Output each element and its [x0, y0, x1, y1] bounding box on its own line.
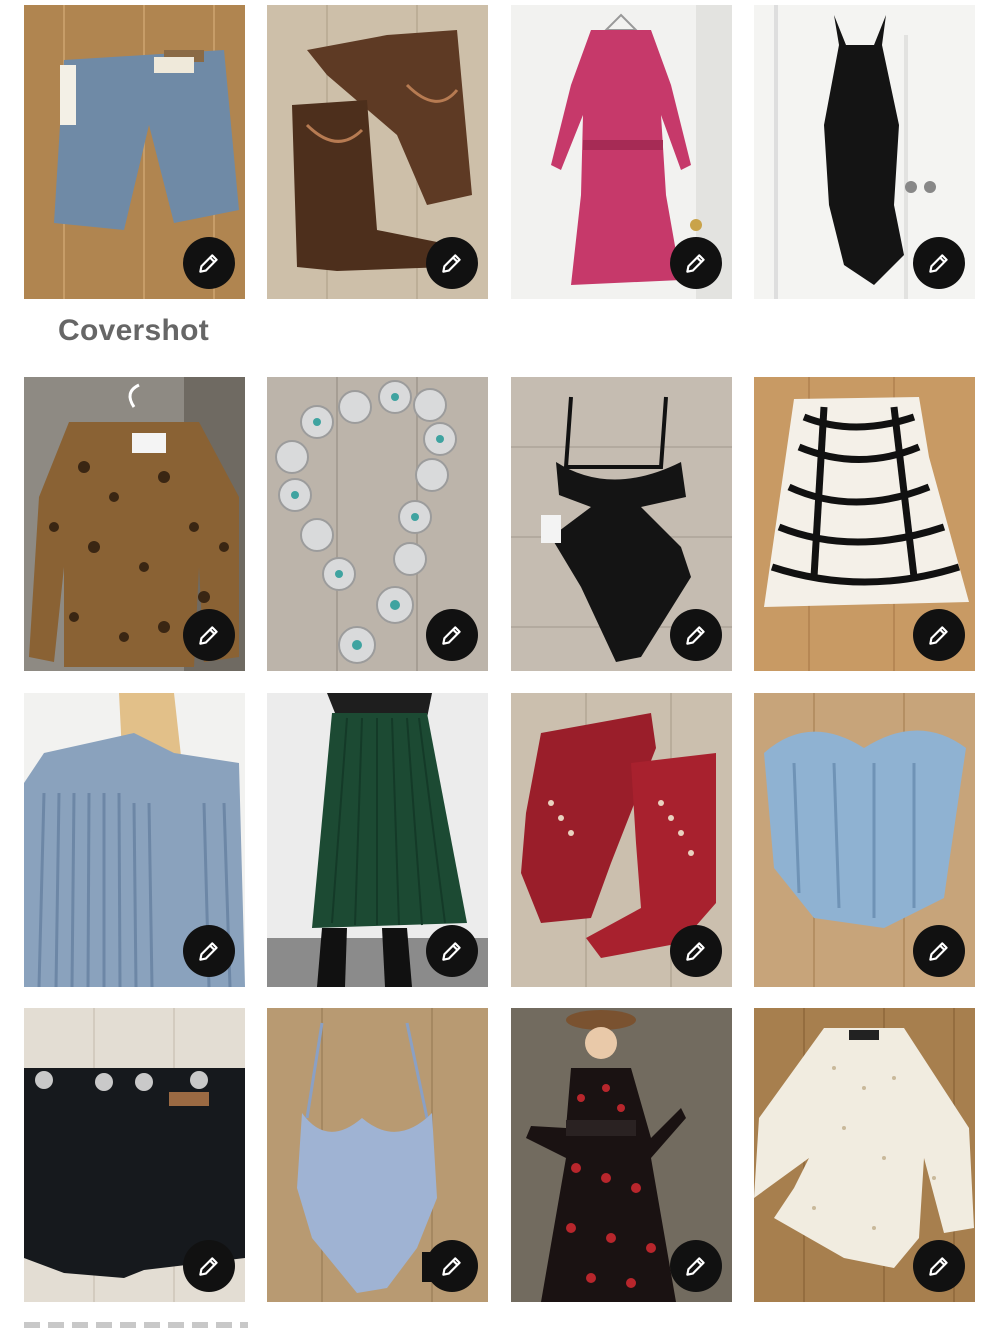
pencil-icon	[686, 942, 705, 961]
photo-tile-3[interactable]	[511, 5, 732, 299]
edit-photo-button[interactable]	[183, 1240, 235, 1292]
edit-photo-button[interactable]	[670, 609, 722, 661]
edit-photo-button[interactable]	[913, 237, 965, 289]
edit-photo-button[interactable]	[426, 609, 478, 661]
pencil-icon	[199, 1257, 218, 1276]
photo-tile-4[interactable]	[754, 5, 975, 299]
pencil-icon	[686, 254, 705, 273]
photo-tile-12[interactable]	[754, 693, 975, 987]
edit-photo-button[interactable]	[913, 925, 965, 977]
pencil-icon	[442, 942, 461, 961]
pencil-icon	[442, 626, 461, 645]
photo-tile-15[interactable]	[511, 1008, 732, 1302]
edit-photo-button[interactable]	[426, 1240, 478, 1292]
pencil-icon	[199, 942, 218, 961]
edit-photo-button[interactable]	[183, 925, 235, 977]
photo-tile-1[interactable]	[24, 5, 245, 299]
edit-photo-button[interactable]	[670, 237, 722, 289]
pencil-icon	[199, 254, 218, 273]
photo-tile-14[interactable]	[267, 1008, 488, 1302]
pencil-icon	[929, 1257, 948, 1276]
photo-tile-9[interactable]	[24, 693, 245, 987]
edit-photo-button[interactable]	[670, 1240, 722, 1292]
edit-photo-button[interactable]	[426, 237, 478, 289]
photo-tile-11[interactable]	[511, 693, 732, 987]
covershot-label: Covershot	[58, 314, 210, 347]
pencil-icon	[442, 254, 461, 273]
pencil-icon	[686, 1257, 705, 1276]
photo-tile-6[interactable]	[267, 377, 488, 671]
photo-tile-16[interactable]	[754, 1008, 975, 1302]
photo-tile-10[interactable]	[267, 693, 488, 987]
edit-photo-button[interactable]	[913, 1240, 965, 1292]
photo-tile-7[interactable]	[511, 377, 732, 671]
edit-photo-button[interactable]	[183, 609, 235, 661]
photo-tile-2[interactable]	[267, 5, 488, 299]
pencil-icon	[442, 1257, 461, 1276]
pencil-icon	[686, 626, 705, 645]
photo-tile-8[interactable]	[754, 377, 975, 671]
pencil-icon	[929, 942, 948, 961]
photo-tile-13[interactable]	[24, 1008, 245, 1302]
add-photo-slot-border[interactable]	[24, 1322, 248, 1328]
pencil-icon	[199, 626, 218, 645]
pencil-icon	[929, 254, 948, 273]
edit-photo-button[interactable]	[183, 237, 235, 289]
edit-photo-button[interactable]	[670, 925, 722, 977]
photo-tile-5[interactable]	[24, 377, 245, 671]
edit-photo-button[interactable]	[426, 925, 478, 977]
edit-photo-button[interactable]	[913, 609, 965, 661]
pencil-icon	[929, 626, 948, 645]
